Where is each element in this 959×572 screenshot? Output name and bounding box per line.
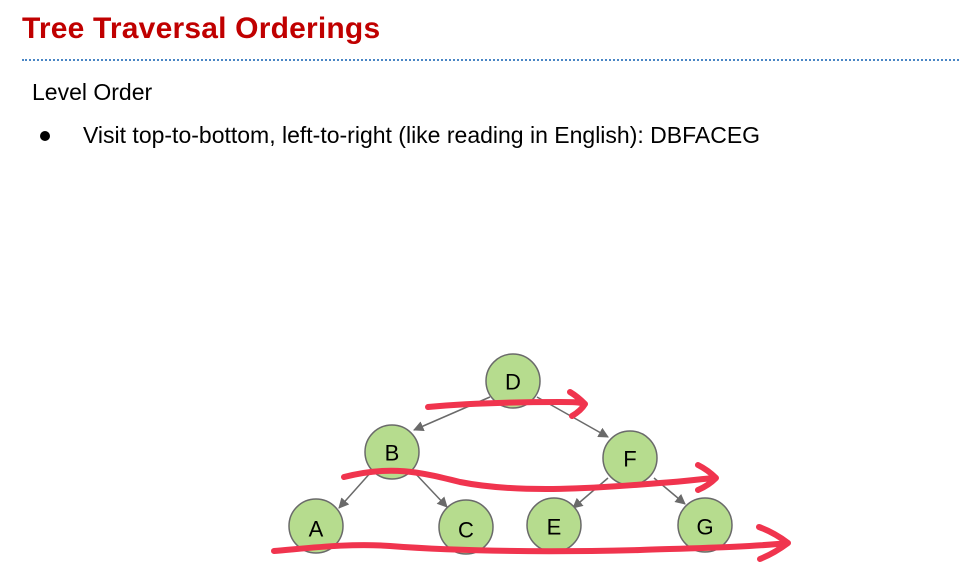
node-label: B — [385, 441, 400, 466]
node-label: E — [547, 515, 562, 540]
tree-node-e: E — [526, 497, 582, 553]
tree-node-f: F — [602, 430, 658, 486]
node-label: A — [309, 517, 324, 542]
tree-node-c: C — [438, 499, 494, 555]
node-label: G — [696, 515, 713, 540]
tree-node-g: G — [677, 497, 733, 553]
tree-diagram: D B F A C E G — [271, 353, 791, 562]
node-label: D — [505, 370, 521, 395]
node-label: C — [458, 518, 474, 543]
node-label: F — [623, 447, 636, 472]
tree-edge-f-e — [572, 477, 609, 509]
